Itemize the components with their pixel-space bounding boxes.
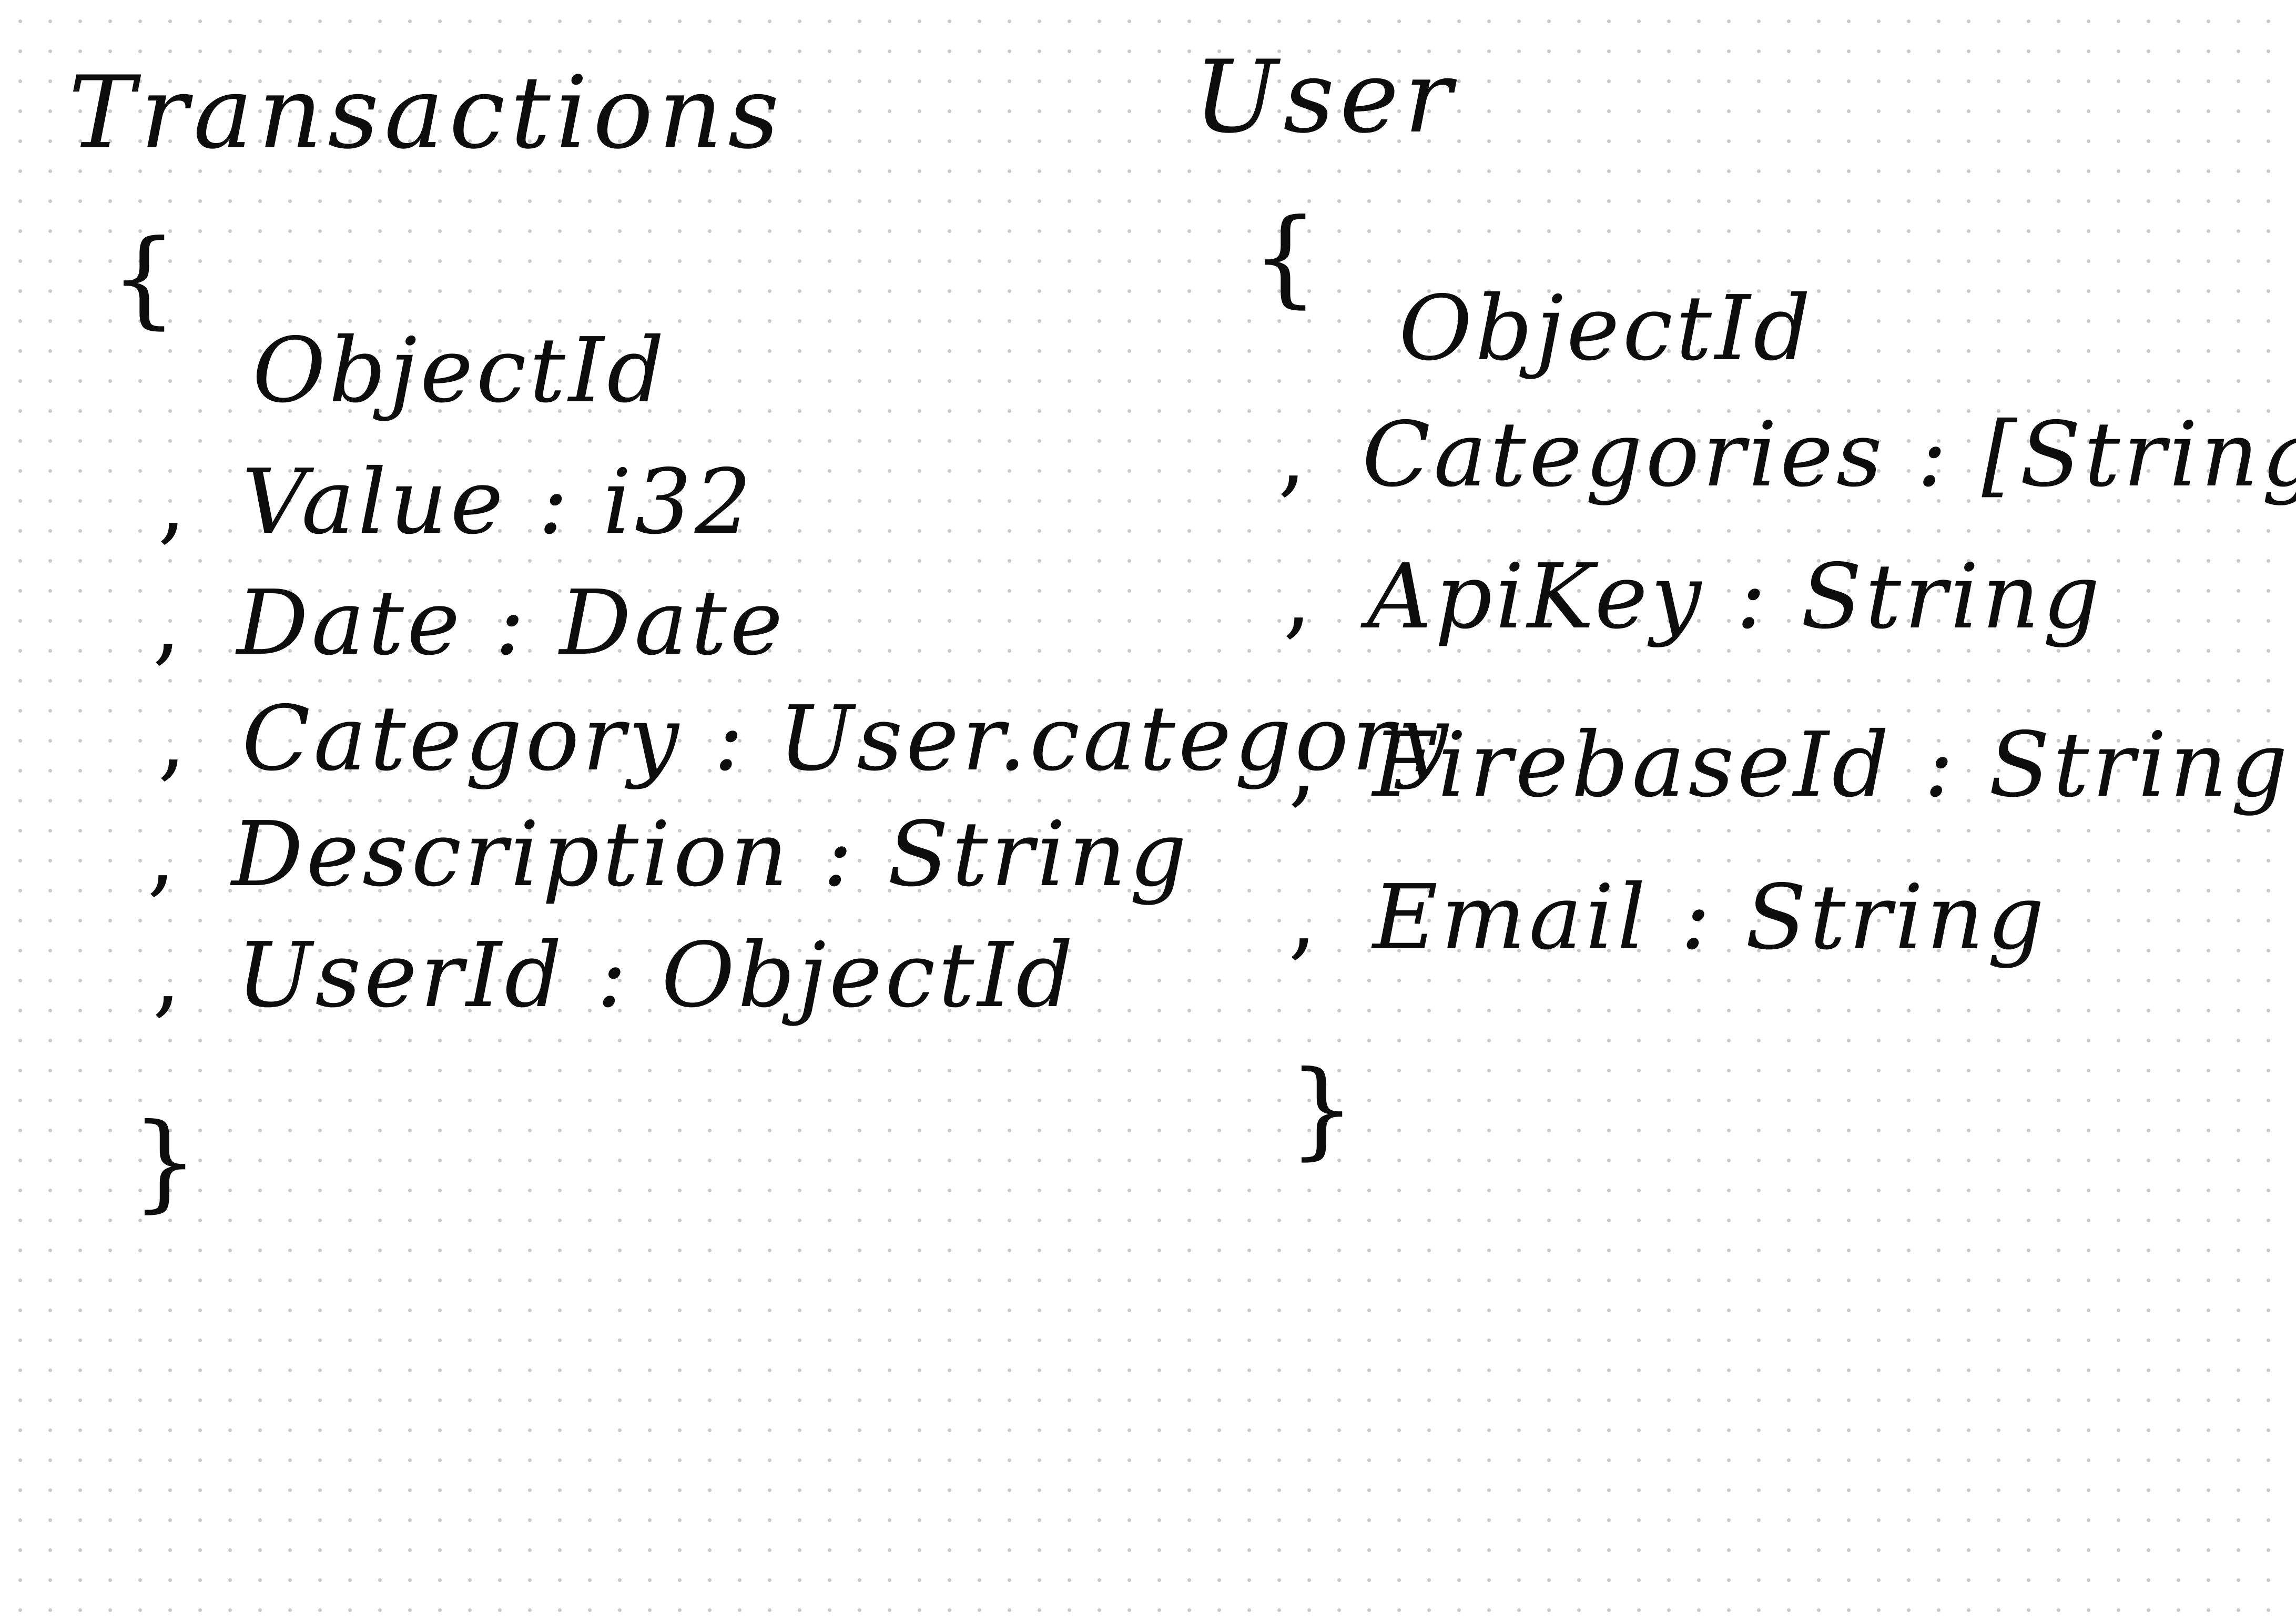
user-field-email: , Email : String — [1288, 873, 2047, 962]
transactions-field-userid: , UserId : ObjectId — [153, 931, 1076, 1020]
field-separator: , — [1288, 866, 1320, 970]
field-text: Description : String — [231, 803, 1190, 907]
user-open-brace: { — [1252, 196, 1322, 319]
field-separator: , — [158, 450, 190, 554]
field-text: Email : String — [1373, 866, 2048, 970]
transactions-close-brace: } — [131, 1101, 202, 1223]
field-separator: , — [1278, 403, 1310, 507]
field-separator: , — [158, 687, 190, 791]
user-field-firebaseid: , FirebaseId : String — [1288, 721, 2291, 810]
field-text: UserId : ObjectId — [237, 924, 1076, 1028]
field-text: ObjectId — [252, 319, 668, 423]
field-text: Category : User.category — [242, 687, 1451, 791]
transactions-field-value: , Value : i32 — [158, 458, 755, 547]
user-title: User — [1194, 39, 1457, 155]
field-separator: , — [147, 803, 179, 907]
field-separator: , — [1288, 713, 1320, 817]
transactions-field-description: , Description : String — [147, 810, 1190, 899]
field-text: Categories : [String] — [1362, 403, 2296, 507]
transactions-field-date: , Date : Date — [153, 579, 786, 668]
transactions-open-brace: { — [110, 217, 181, 340]
field-text: Date : Date — [237, 571, 786, 675]
transactions-title: Transactions — [68, 55, 785, 171]
field-separator: , — [153, 924, 185, 1028]
transactions-field-category: , Category : User.category — [158, 694, 1451, 784]
transactions-field-objectid: ObjectId — [168, 326, 667, 415]
field-separator: , — [153, 571, 185, 675]
user-field-categories: , Categories : [String] — [1278, 410, 2296, 500]
user-field-apikey: , ApiKey : String — [1283, 552, 2103, 642]
field-text: FirebaseId : String — [1373, 713, 2291, 817]
field-text: Value : i32 — [242, 450, 755, 554]
user-field-objectid: ObjectId — [1315, 284, 1814, 373]
field-text: ObjectId — [1399, 277, 1814, 381]
dotted-notebook-page: Transactions { ObjectId , Value : i32 , Da… — [0, 0, 2296, 1623]
field-text: ApiKey : String — [1367, 545, 2104, 649]
user-close-brace: } — [1288, 1048, 1359, 1171]
field-separator: , — [1283, 545, 1315, 649]
